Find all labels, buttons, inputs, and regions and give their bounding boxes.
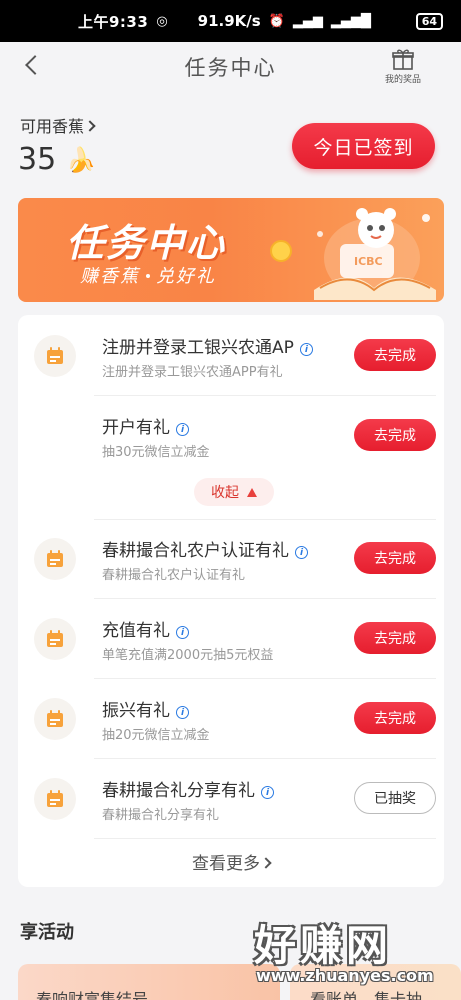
task-desc: 单笔充值满2000元抽5元权益	[102, 648, 274, 663]
view-more-label: 查看更多	[192, 854, 260, 874]
task-title: 开户有礼 i	[102, 413, 189, 438]
task-desc: 抽30元微信立减金	[102, 445, 210, 460]
my-prizes-label: 我的奖品	[384, 75, 421, 85]
go-complete-button[interactable]: 去完成	[354, 622, 436, 654]
calendar-icon	[34, 778, 76, 820]
banner-title: 任务中心	[66, 221, 227, 265]
info-icon[interactable]: i	[295, 546, 308, 559]
task-item: 春耕撮合礼分享有礼 i 春耕撮合礼分享有礼 已抽奖	[18, 758, 444, 838]
task-item: 春耕撮合礼农户认证有礼 i 春耕撮合礼农户认证有礼 去完成	[18, 518, 444, 598]
network-speed: 91.9K/s	[197, 12, 261, 30]
collapse-label: 收起	[211, 485, 239, 501]
activity-card[interactable]: 春响财富集结号	[18, 964, 280, 1000]
go-complete-button[interactable]: 去完成	[354, 702, 436, 734]
calendar-icon	[34, 335, 76, 377]
chevron-right-icon	[84, 120, 96, 132]
coin-icon	[270, 240, 292, 262]
task-desc: 注册并登录工银兴农通APP有礼	[102, 365, 283, 380]
nav-bar: 任务中心 我的奖品	[0, 42, 461, 92]
gift-icon	[392, 49, 414, 70]
info-icon[interactable]: i	[176, 423, 189, 436]
app-notification-icon: ◎	[156, 13, 168, 29]
go-complete-button[interactable]: 去完成	[354, 339, 436, 371]
go-complete-button[interactable]: 去完成	[354, 419, 436, 451]
divider	[94, 838, 436, 839]
banner-subtitle-right: 兑好礼	[156, 266, 216, 287]
task-item: 开户有礼 i 抽30元微信立减金 去完成	[18, 395, 444, 475]
view-more-link[interactable]: 查看更多	[18, 849, 444, 874]
task-title: 注册并登录工银兴农通AP i	[102, 333, 313, 358]
available-bananas-label: 可用香蕉	[20, 117, 85, 136]
status-time: 上午9:33	[78, 12, 149, 31]
info-icon[interactable]: i	[299, 343, 313, 356]
arrow-up-icon	[247, 487, 257, 497]
info-icon[interactable]: i	[176, 706, 189, 719]
collapse-button[interactable]: 收起	[194, 478, 274, 506]
banner-subtitle-left: 赚香蕉	[80, 266, 140, 287]
activity-title: 看账单，集卡抽	[310, 990, 423, 1000]
task-title: 春耕撮合礼农户认证有礼 i	[102, 536, 308, 561]
banner-subtitle: 赚香蕉 兑好礼	[80, 262, 216, 288]
chevron-right-icon	[260, 857, 272, 869]
banana-icon: 🍌	[66, 145, 97, 174]
calendar-icon	[34, 698, 76, 740]
bananas-balance: 35 🍌	[18, 142, 96, 177]
activity-card[interactable]: 看账单，集卡抽	[290, 964, 461, 1000]
battery-icon: 64	[415, 12, 443, 30]
info-icon[interactable]: i	[261, 786, 274, 799]
task-title: 春耕撮合礼分享有礼 i	[102, 776, 274, 801]
calendar-icon	[34, 618, 76, 660]
task-item: 充值有礼 i 单笔充值满2000元抽5元权益 去完成	[18, 598, 444, 678]
go-complete-button[interactable]: 去完成	[354, 542, 436, 574]
task-list-card: 注册并登录工银兴农通AP i 注册并登录工银兴农通APP有礼 去完成 开户有礼 i …	[18, 315, 444, 887]
task-item: 振兴有礼 i 抽20元微信立减金 去完成	[18, 678, 444, 758]
task-desc: 春耕撮合礼分享有礼	[102, 808, 220, 823]
section-title: 享活动	[20, 922, 74, 943]
task-center-banner[interactable]: 任务中心 赚香蕉 兑好礼 ICBC	[18, 198, 444, 302]
status-bar: 上午9:33 ◎ 91.9K/s ⏰ ▂▄▆ ▂▄▆█ 64	[0, 0, 461, 42]
activity-title: 春响财富集结号	[36, 990, 149, 1000]
task-title: 振兴有礼 i	[102, 696, 189, 721]
calendar-icon	[34, 538, 76, 580]
bananas-count: 35	[18, 142, 57, 177]
task-desc: 春耕撮合礼农户认证有礼	[102, 568, 246, 583]
alarm-icon: ⏰	[268, 13, 285, 29]
mascot-book-illustration: ICBC	[314, 208, 436, 300]
my-prizes-button[interactable]: 我的奖品	[379, 48, 427, 85]
icbc-logo-text: ICBC	[354, 255, 383, 268]
drawn-button[interactable]: 已抽奖	[354, 782, 436, 814]
task-desc: 抽20元微信立减金	[102, 728, 210, 743]
signin-button[interactable]: 今日已签到	[292, 123, 435, 169]
info-icon[interactable]: i	[176, 626, 189, 639]
available-bananas-link[interactable]: 可用香蕉	[20, 113, 96, 137]
task-title: 充值有礼 i	[102, 616, 189, 641]
signal-icon: ▂▄▆	[292, 13, 323, 29]
task-item: 注册并登录工银兴农通AP i 注册并登录工银兴农通APP有礼 去完成	[18, 315, 444, 395]
signal-4g-icon: ▂▄▆█	[330, 13, 371, 29]
